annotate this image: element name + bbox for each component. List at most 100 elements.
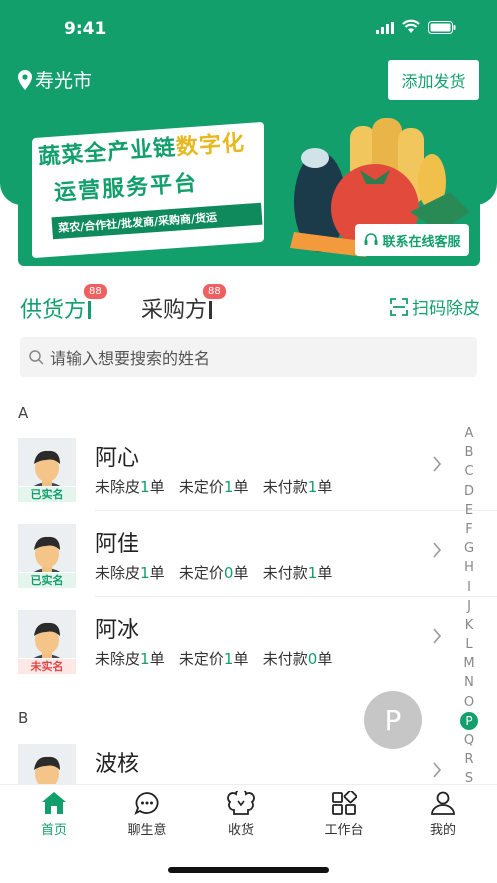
avatar [18, 744, 76, 784]
alphabet-index-letter[interactable]: K [458, 616, 480, 635]
divider [95, 510, 497, 511]
promo-banner[interactable]: 蔬菜全产业链数字化 运营服务平台 菜农/合作社/批发商/采购商/货运 联系在线客… [18, 106, 480, 266]
tabbar-profile[interactable]: 我的 [403, 791, 483, 838]
tab-purchaser-label: 采购方 [141, 298, 208, 323]
alphabet-index-letter[interactable]: P [458, 711, 480, 731]
alphabet-index-letter[interactable]: D [458, 482, 480, 501]
home-icon [42, 792, 66, 814]
tab-supplier[interactable]: 供货方 88 [20, 284, 107, 324]
alphabet-index-letter[interactable]: J [458, 597, 480, 616]
stat-count: 1 [140, 478, 150, 496]
contact-name: 波核 [95, 752, 140, 777]
list-item[interactable]: 已实名 阿佳 未除皮1单 未定价0单 未付款1单 [18, 520, 458, 606]
avatar-placeholder-icon [18, 744, 76, 784]
alphabet-index-letter[interactable]: H [458, 558, 480, 577]
stat-unit: 单 [317, 564, 333, 582]
chevron-right-icon [433, 542, 442, 558]
battery-icon [428, 21, 456, 34]
status-time: 9:41 [64, 19, 107, 39]
alphabet-index-letter[interactable]: G [458, 539, 480, 558]
banner-title-b: 数字化 [175, 130, 246, 161]
tabbar-workbench-label: 工作台 [324, 823, 364, 838]
search-placeholder: 请输入想要搜索的姓名 [50, 349, 211, 368]
signal-icon [376, 22, 394, 34]
chevron-right-icon [433, 762, 442, 778]
unverified-tag: 未实名 [18, 658, 76, 674]
stat-unit: 单 [149, 564, 165, 582]
stat-unit: 单 [233, 564, 249, 582]
alphabet-index-letter[interactable]: M [458, 654, 480, 673]
list-item[interactable]: 已实名 阿心 未除皮1单 未定价1单 未付款1单 [18, 434, 458, 520]
alphabet-index-letter[interactable]: C [458, 462, 480, 481]
stat-label: 未定价 [178, 478, 224, 496]
stat-count: 1 [307, 478, 318, 496]
contact-service-button[interactable]: 联系在线客服 [355, 224, 469, 256]
section-header-b: B [18, 709, 29, 727]
stat-unit: 单 [317, 478, 333, 496]
tabbar-home[interactable]: 首页 [14, 791, 94, 838]
alphabet-index-letter[interactable]: N [458, 673, 480, 692]
stat-count: 1 [307, 564, 318, 582]
tabbar-workbench[interactable]: 工作台 [304, 791, 384, 838]
order-summary: 未除皮1单 未定价0单 未付款1单 [95, 562, 332, 583]
location-pin-icon [18, 69, 32, 90]
alphabet-index-letter[interactable]: A [458, 424, 480, 443]
alphabet-index[interactable]: ABCDEFGHIJKLMNOPQRS [458, 424, 480, 789]
search-icon [29, 349, 44, 365]
scan-icon [390, 297, 408, 316]
divider [95, 596, 497, 597]
alphabet-index-letter[interactable]: F [458, 520, 480, 539]
stat-label: 未付款 [262, 650, 308, 668]
stat-label: 未除皮 [95, 564, 141, 582]
tab-supplier-badge: 88 [84, 284, 107, 299]
stat-label: 未除皮 [95, 650, 141, 668]
tab-purchaser[interactable]: 采购方 88 [141, 284, 226, 324]
section-header-a: A [18, 404, 29, 422]
receive-icon [227, 791, 255, 815]
tabbar-chat[interactable]: 聊生意 [107, 791, 187, 838]
list-item[interactable]: 未实名 阿冰 未除皮1单 未定价1单 未付款0单 [18, 606, 458, 692]
tab-supplier-label: 供货方 [20, 298, 87, 323]
tabbar-receive[interactable]: 收货 [201, 791, 281, 838]
stat-label: 未除皮 [95, 478, 141, 496]
tabbar-receive-label: 收货 [227, 823, 254, 838]
scan-tare-label: 扫码除皮 [412, 299, 480, 319]
stat-unit: 单 [233, 478, 249, 496]
alphabet-index-letter[interactable]: R [458, 750, 480, 769]
index-bubble: P [364, 691, 422, 749]
avatar: 已实名 [18, 524, 76, 588]
search-input[interactable]: 请输入想要搜索的姓名 [20, 337, 477, 377]
chat-icon [134, 792, 159, 815]
stat-label: 未定价 [178, 564, 224, 582]
location-label: 寿光市 [35, 70, 93, 92]
tabbar-home-label: 首页 [40, 823, 67, 838]
headset-icon [364, 233, 378, 245]
add-shipment-button[interactable]: 添加发货 [388, 60, 479, 100]
alphabet-index-letter[interactable]: B [458, 443, 480, 462]
verified-tag: 已实名 [18, 486, 76, 502]
stat-label: 未付款 [262, 564, 308, 582]
location-selector[interactable]: 寿光市 [18, 66, 92, 93]
stat-count: 0 [307, 650, 318, 668]
wifi-icon [402, 19, 420, 33]
contact-name: 阿心 [95, 446, 140, 471]
role-tabs: 供货方 88 采购方 88 扫码除皮 [20, 284, 480, 332]
tab-purchaser-badge: 88 [203, 284, 226, 299]
alphabet-index-letter[interactable]: L [458, 635, 480, 654]
stat-count: 1 [140, 650, 150, 668]
alphabet-index-letter[interactable]: Q [458, 731, 480, 750]
alphabet-index-letter[interactable]: I [458, 578, 480, 597]
alphabet-index-letter[interactable]: O [458, 693, 480, 712]
stat-unit: 单 [149, 478, 165, 496]
stat-unit: 单 [317, 650, 333, 668]
scan-tare-button[interactable]: 扫码除皮 [390, 294, 480, 319]
stat-label: 未定价 [178, 650, 224, 668]
contact-service-label: 联系在线客服 [382, 234, 461, 250]
status-bar: 9:41 [0, 0, 497, 58]
tabbar-profile-label: 我的 [429, 823, 456, 838]
profile-icon [431, 791, 455, 815]
alphabet-index-letter[interactable]: E [458, 501, 480, 520]
home-indicator [168, 867, 329, 873]
verified-tag: 已实名 [18, 572, 76, 588]
tab-indicator [209, 301, 213, 319]
